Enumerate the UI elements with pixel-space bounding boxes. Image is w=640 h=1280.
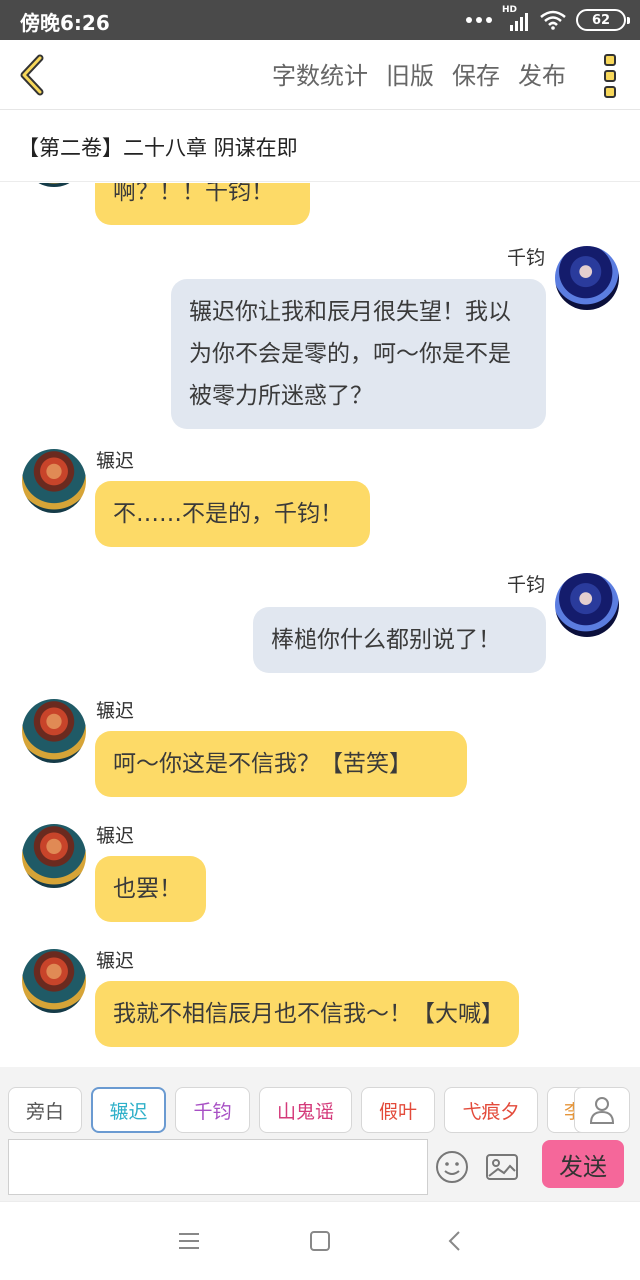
speaker-name: 千钧 bbox=[506, 574, 545, 596]
character-chip[interactable]: 千钧 bbox=[175, 1087, 250, 1133]
back-icon[interactable] bbox=[442, 1228, 468, 1254]
send-button[interactable]: 发送 bbox=[542, 1140, 624, 1188]
avatar[interactable] bbox=[22, 949, 86, 1013]
battery-level: 62 bbox=[591, 12, 611, 28]
message-bubble[interactable]: 我就不相信辰月也不信我～！【大喊】 bbox=[95, 981, 519, 1047]
more-notifications-icon bbox=[466, 17, 492, 23]
character-chip[interactable]: 弋痕夕 bbox=[444, 1087, 538, 1133]
message-bubble[interactable]: 也罢！ bbox=[95, 856, 206, 922]
input-bar: 发送 bbox=[0, 1139, 640, 1201]
avatar[interactable] bbox=[22, 699, 86, 763]
avatar[interactable] bbox=[555, 246, 619, 310]
avatar[interactable] bbox=[22, 824, 86, 888]
image-icon[interactable] bbox=[484, 1149, 520, 1185]
word-count-button[interactable]: 字数统计 bbox=[272, 56, 368, 91]
character-chip[interactable]: 旁白 bbox=[8, 1087, 82, 1133]
chevron-left-icon[interactable] bbox=[14, 54, 54, 96]
emoji-icon[interactable] bbox=[434, 1149, 470, 1185]
more-vertical-icon[interactable] bbox=[602, 54, 618, 98]
chapter-title: 【第二卷】二十八章 阴谋在即 bbox=[18, 136, 298, 160]
message-bubble[interactable]: 不……不是的，千钧！ bbox=[95, 481, 370, 547]
avatar[interactable] bbox=[22, 449, 86, 513]
status-bar: 傍晚6:26 HD 62 bbox=[0, 0, 640, 40]
chat-area[interactable]: 啊？！！千钧！ 千钧 辗迟你让我和辰月很失望！我以为你不会是零的，呵～你是不是被… bbox=[0, 183, 640, 1067]
message-bubble[interactable]: 啊？！！千钧！ bbox=[95, 183, 310, 225]
wifi-icon bbox=[540, 10, 566, 30]
status-icons: HD 62 bbox=[466, 5, 630, 34]
signal-icon: HD bbox=[502, 5, 530, 31]
speaker-name: 辗迟 bbox=[96, 950, 135, 972]
home-icon[interactable] bbox=[307, 1228, 333, 1254]
message-bubble[interactable]: 棒槌你什么都别说了！ bbox=[253, 607, 546, 673]
message-bubble[interactable]: 呵～你这是不信我？【苦笑】 bbox=[95, 731, 467, 797]
character-chip[interactable]: 假叶 bbox=[361, 1087, 435, 1133]
publish-button[interactable]: 发布 bbox=[518, 56, 566, 91]
avatar[interactable] bbox=[555, 573, 619, 637]
speaker-name: 辗迟 bbox=[96, 700, 135, 722]
menu-icon[interactable] bbox=[176, 1228, 202, 1254]
save-button[interactable]: 保存 bbox=[452, 56, 500, 91]
message-bubble[interactable]: 辗迟你让我和辰月很失望！我以为你不会是零的，呵～你是不是被零力所迷惑了？ bbox=[171, 279, 546, 429]
speaker-name: 千钧 bbox=[506, 247, 545, 269]
old-version-button[interactable]: 旧版 bbox=[386, 56, 434, 91]
character-selector: 旁白 辗迟 千钧 山鬼谣 假叶 弋痕夕 李 bbox=[0, 1067, 640, 1139]
person-icon[interactable] bbox=[574, 1087, 630, 1133]
speaker-name: 辗迟 bbox=[96, 450, 135, 472]
message-input[interactable] bbox=[8, 1139, 428, 1195]
status-time: 傍晚6:26 bbox=[20, 11, 110, 35]
character-chip[interactable]: 山鬼谣 bbox=[259, 1087, 352, 1133]
editor-toolbar: 字数统计 旧版 保存 发布 bbox=[0, 40, 640, 110]
character-chip[interactable]: 辗迟 bbox=[91, 1087, 166, 1133]
battery-icon: 62 bbox=[576, 9, 630, 31]
avatar[interactable] bbox=[22, 183, 86, 187]
system-nav-bar bbox=[0, 1201, 640, 1280]
speaker-name: 辗迟 bbox=[96, 825, 135, 847]
toolbar-actions: 字数统计 旧版 保存 发布 bbox=[272, 56, 566, 91]
chapter-title-bar: 【第二卷】二十八章 阴谋在即 bbox=[0, 110, 640, 182]
